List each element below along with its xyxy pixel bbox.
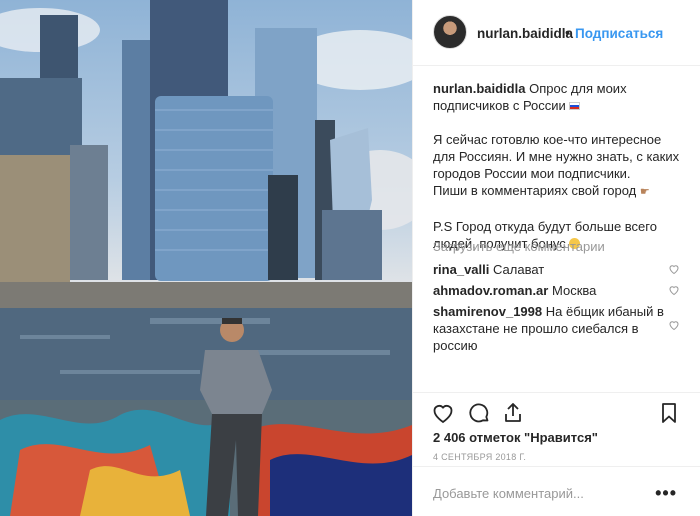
bookmark-icon[interactable] <box>657 401 681 425</box>
follow-button[interactable]: Подписаться <box>575 26 663 41</box>
comment-item: shamirenov_1998 На ёбщик ибаный в казахс… <box>433 303 665 354</box>
post-sidebar: nurlan.baididla • Подписаться nurlan.bai… <box>412 0 700 516</box>
comment-username[interactable]: shamirenov_1998 <box>433 304 542 319</box>
caption-para2: Пиши в комментариях свой город <box>433 183 637 198</box>
caption-username[interactable]: nurlan.baididla <box>433 81 525 96</box>
heart-outline-icon[interactable] <box>668 284 680 296</box>
comment-text: Салават <box>493 262 545 277</box>
heart-outline-icon[interactable] <box>668 319 680 331</box>
load-more-comments[interactable]: Загрузить еще комментарии <box>433 239 605 254</box>
likes-count[interactable]: 2 406 отметок "Нравится" <box>433 430 598 445</box>
share-icon[interactable] <box>501 401 525 425</box>
comment-item: rina_valli Салават <box>433 261 665 278</box>
caption-para1: Я сейчас готовлю кое-что интересное для … <box>433 132 680 181</box>
russia-flag-icon <box>569 102 581 110</box>
add-comment-input[interactable] <box>433 486 653 501</box>
comment-username[interactable]: rina_valli <box>433 262 489 277</box>
post-photo[interactable] <box>0 0 412 516</box>
pointing-hand-icon: ☛ <box>639 186 650 198</box>
post-date[interactable]: 4 сентября 2018 г. <box>433 452 526 462</box>
heart-outline-icon[interactable] <box>668 263 680 275</box>
separator-dot: • <box>565 24 570 40</box>
post-header: nurlan.baididla • Подписаться <box>413 0 700 66</box>
post-caption: nurlan.baididla Опрос для моих подписчик… <box>433 80 685 252</box>
heart-icon[interactable] <box>431 401 455 425</box>
add-comment-bar: ••• <box>413 466 700 516</box>
header-username[interactable]: nurlan.baididla <box>477 26 573 41</box>
comment-username[interactable]: ahmadov.roman.ar <box>433 283 548 298</box>
comment-item: ahmadov.roman.ar Москва <box>433 282 665 299</box>
comment-text: Москва <box>551 283 597 298</box>
more-options-icon[interactable]: ••• <box>655 483 677 504</box>
photo-scene <box>0 0 412 516</box>
comment-bubble-icon[interactable] <box>467 401 491 425</box>
avatar[interactable] <box>433 15 467 49</box>
